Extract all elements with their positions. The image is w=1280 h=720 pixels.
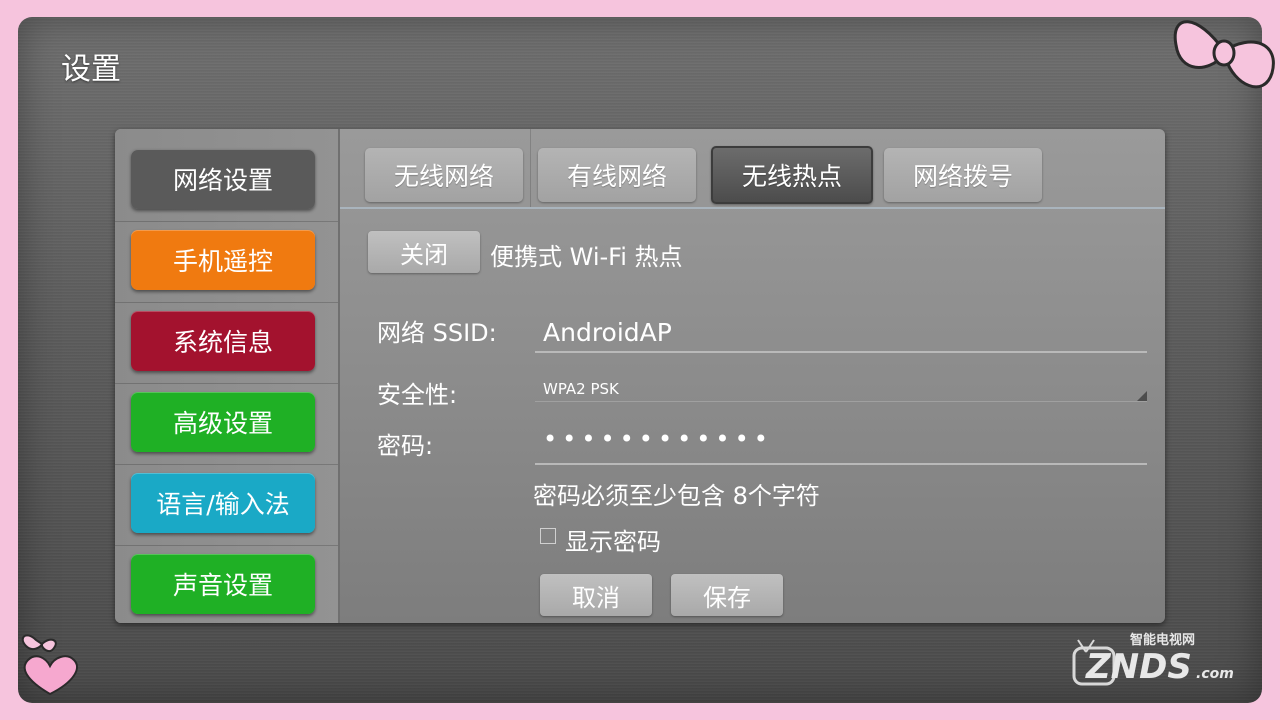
sidebar-divider	[115, 383, 338, 384]
show-password-label[interactable]: 显示密码	[565, 522, 661, 557]
tab-divider	[530, 129, 531, 207]
save-button[interactable]: 保存	[671, 574, 783, 616]
page-title: 设置	[61, 52, 121, 87]
password-input[interactable]: ••••••••••••	[543, 425, 773, 453]
sidebar-divider	[115, 545, 338, 546]
svg-text:ZNDS: ZNDS	[1085, 647, 1192, 687]
sidebar-item-advanced[interactable]: 高级设置	[131, 392, 315, 452]
ssid-label: 网络 SSID:	[377, 319, 497, 347]
tab-wireless-hotspot[interactable]: 无线热点	[711, 146, 873, 204]
sidebar-item-network[interactable]: 网络设置	[131, 149, 315, 209]
security-select[interactable]: WPA2 PSK	[543, 380, 619, 398]
sidebar-item-language-input[interactable]: 语言/输入法	[131, 473, 315, 533]
sidebar-divider	[115, 221, 338, 222]
sidebar: 网络设置 手机遥控 系统信息 高级设置 语言/输入法 声音设置	[115, 129, 340, 623]
password-input-underline	[535, 463, 1147, 465]
tab-wired-network[interactable]: 有线网络	[538, 148, 696, 202]
password-label: 密码:	[377, 432, 434, 460]
sidebar-item-phone-remote[interactable]: 手机遥控	[131, 230, 315, 290]
sidebar-item-system-info[interactable]: 系统信息	[131, 311, 315, 371]
bow-decoration-top-right	[1173, 20, 1275, 89]
tab-network-dialup[interactable]: 网络拨号	[884, 148, 1042, 202]
security-select-underline	[535, 401, 1147, 402]
password-hint: 密码必须至少包含 8个字符	[533, 482, 820, 510]
settings-panel: 网络设置 手机遥控 系统信息 高级设置 语言/输入法 声音设置 无线网络 有线网…	[115, 129, 1165, 623]
znds-logo: 智能电视网 ZNDS .com	[1072, 632, 1234, 687]
content-area: 无线网络 有线网络 无线热点 网络拨号 关闭 便携式 Wi-Fi 热点 网络 S…	[340, 129, 1165, 623]
ssid-input[interactable]: AndroidAP	[543, 318, 672, 347]
ssid-input-underline	[535, 351, 1147, 353]
svg-text:智能电视网: 智能电视网	[1130, 632, 1195, 648]
dropdown-arrow-icon	[1137, 391, 1147, 401]
tab-wireless-network[interactable]: 无线网络	[365, 148, 523, 202]
tab-bar: 无线网络 有线网络 无线热点 网络拨号	[340, 129, 1165, 209]
heart-bow-decoration-bottom-left	[21, 634, 78, 696]
sidebar-divider	[115, 464, 338, 465]
cancel-button[interactable]: 取消	[540, 574, 652, 616]
sidebar-item-sound[interactable]: 声音设置	[131, 554, 315, 614]
security-label: 安全性:	[377, 381, 458, 409]
sidebar-divider	[115, 302, 338, 303]
hotspot-title: 便携式 Wi-Fi 热点	[490, 243, 683, 271]
show-password-checkbox[interactable]	[540, 528, 556, 544]
svg-text:.com: .com	[1196, 666, 1234, 682]
hotspot-toggle-button[interactable]: 关闭	[368, 231, 480, 273]
